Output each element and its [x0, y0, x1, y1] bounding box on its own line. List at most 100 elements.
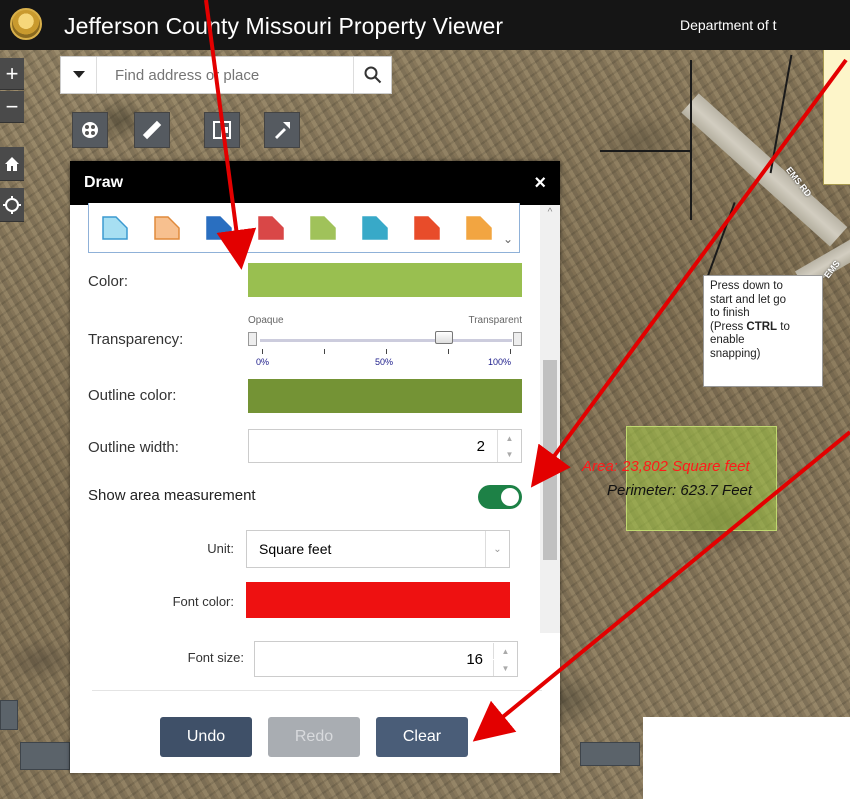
scroll-up-arrow[interactable]: ^	[540, 207, 560, 223]
zoom-out-button[interactable]: −	[0, 91, 24, 123]
caret-down-icon	[72, 71, 85, 78]
slider-thumb[interactable]	[434, 331, 453, 344]
search-button[interactable]	[353, 57, 391, 93]
county-seal-logo	[10, 8, 42, 40]
transparency-label: Transparency:	[88, 331, 184, 348]
home-button[interactable]	[0, 147, 24, 181]
draw-tooltip: Press down to start and let go to finish…	[703, 275, 823, 387]
outline-color-label: Outline color:	[88, 387, 177, 404]
tooltip-line: (Press CTRL to	[710, 321, 816, 335]
tooltip-line: to finish	[710, 307, 750, 319]
tooltip-key: CTRL	[746, 320, 778, 333]
tooltip-line: start and let go	[710, 293, 787, 306]
clear-button[interactable]: Clear	[376, 717, 468, 757]
slider-track[interactable]	[260, 339, 512, 342]
toggle-knob	[501, 488, 519, 506]
stepper-down-button[interactable]: ▼	[497, 446, 521, 462]
layers-button[interactable]	[72, 112, 108, 148]
select-button[interactable]	[204, 112, 240, 148]
zoom-in-button[interactable]: +	[0, 58, 24, 90]
fill-symbol-swatch[interactable]	[466, 215, 492, 240]
fill-symbol-swatch[interactable]	[362, 215, 388, 240]
locate-icon	[3, 195, 21, 214]
divider	[92, 690, 542, 691]
unit-value: Square feet	[259, 541, 332, 557]
slider-left-end[interactable]	[248, 332, 257, 346]
chevron-down-icon[interactable]: ⌄	[485, 531, 509, 567]
stepper-up-button[interactable]: ▲	[493, 643, 517, 659]
slider-tick	[386, 349, 387, 354]
blank-area	[643, 717, 850, 799]
parcel-line	[600, 150, 690, 152]
outline-width-input[interactable]: 2 ▲ ▼	[248, 429, 522, 463]
search-icon	[364, 66, 381, 84]
font-size-label: Font size:	[187, 650, 244, 665]
outline-color-picker[interactable]	[248, 379, 522, 413]
draw-panel-header: Draw ×	[70, 161, 560, 205]
fill-symbol-swatch[interactable]	[154, 215, 180, 240]
slider-tick-label: 50%	[375, 357, 394, 367]
draw-panel-title: Draw	[84, 174, 124, 191]
measure-button[interactable]	[134, 112, 170, 148]
minus-icon: −	[5, 93, 19, 119]
polygon-symbol-icon	[154, 215, 180, 240]
polygon-symbol-icon	[102, 215, 128, 240]
font-color-picker[interactable]	[246, 582, 510, 618]
scroll-thumb[interactable]	[543, 360, 557, 560]
symbol-picker: ⌄	[88, 203, 520, 253]
font-size-input[interactable]: 16 ▲ ▼	[254, 641, 518, 677]
drawn-area-polygon[interactable]	[626, 426, 777, 531]
fill-symbol-swatch[interactable]	[414, 215, 440, 240]
plus-icon: +	[5, 60, 19, 86]
undo-button[interactable]: Undo	[160, 717, 252, 757]
unit-select[interactable]: Square feet ⌄	[246, 530, 510, 568]
polygon-symbol-icon	[206, 215, 232, 240]
show-area-toggle[interactable]	[478, 485, 522, 509]
parcel-line	[769, 54, 793, 174]
opaque-label: Opaque	[248, 315, 284, 326]
fill-symbol-swatch[interactable]	[102, 215, 128, 240]
slider-tick-label: 0%	[256, 357, 270, 367]
locate-button[interactable]	[0, 188, 24, 222]
tooltip-line: enable	[710, 334, 745, 346]
layers-icon	[82, 122, 98, 138]
tooltip-text: (Press	[710, 320, 747, 333]
app-title: Jefferson County Missouri Property Viewe…	[64, 13, 504, 39]
slider-tick	[262, 349, 263, 354]
slider-tick	[448, 349, 449, 354]
fill-symbol-swatch[interactable]	[258, 215, 284, 240]
stepper-up-button[interactable]: ▲	[497, 430, 521, 446]
draw-panel-footer: Font size: 16 ▲ ▼ Undo Redo Clear	[0, 633, 578, 799]
stepper-down-button[interactable]: ▼	[493, 660, 517, 676]
draw-button[interactable]	[264, 112, 300, 148]
transparency-slider[interactable]: Opaque Transparent 0% 50% 100%	[248, 311, 522, 371]
search-source-dropdown[interactable]	[61, 57, 97, 93]
polygon-symbol-icon	[362, 215, 388, 240]
tooltip-text: to	[777, 320, 790, 333]
ruler-icon	[142, 120, 162, 140]
draw-icon	[275, 122, 290, 139]
slider-tick-label: 100%	[488, 357, 512, 367]
app-header: Jefferson County Missouri Property Viewe…	[0, 0, 850, 50]
redo-button[interactable]: Redo	[268, 717, 360, 757]
parcel-line	[706, 202, 736, 278]
search-bar	[60, 56, 392, 94]
perimeter-measurement-text: Perimeter: 623.7 Feet	[607, 482, 753, 499]
show-area-label: Show area measurement	[88, 487, 256, 504]
fill-color-picker[interactable]	[248, 263, 522, 297]
search-input[interactable]	[97, 57, 353, 93]
slider-right-end[interactable]	[513, 332, 522, 346]
select-icon	[213, 121, 231, 139]
slider-tick	[510, 349, 511, 354]
fill-symbol-swatch[interactable]	[310, 215, 336, 240]
unit-label: Unit:	[207, 541, 234, 556]
polygon-symbol-icon	[466, 215, 492, 240]
chevron-down-icon[interactable]: ⌄	[503, 232, 513, 246]
department-label[interactable]: Department of t	[680, 17, 820, 33]
transparent-label: Transparent	[468, 315, 522, 326]
slider-tick	[324, 349, 325, 354]
fill-symbol-swatch[interactable]	[206, 215, 232, 240]
polygon-symbol-icon	[310, 215, 336, 240]
close-button[interactable]: ×	[534, 172, 546, 195]
polygon-symbol-icon	[414, 215, 440, 240]
